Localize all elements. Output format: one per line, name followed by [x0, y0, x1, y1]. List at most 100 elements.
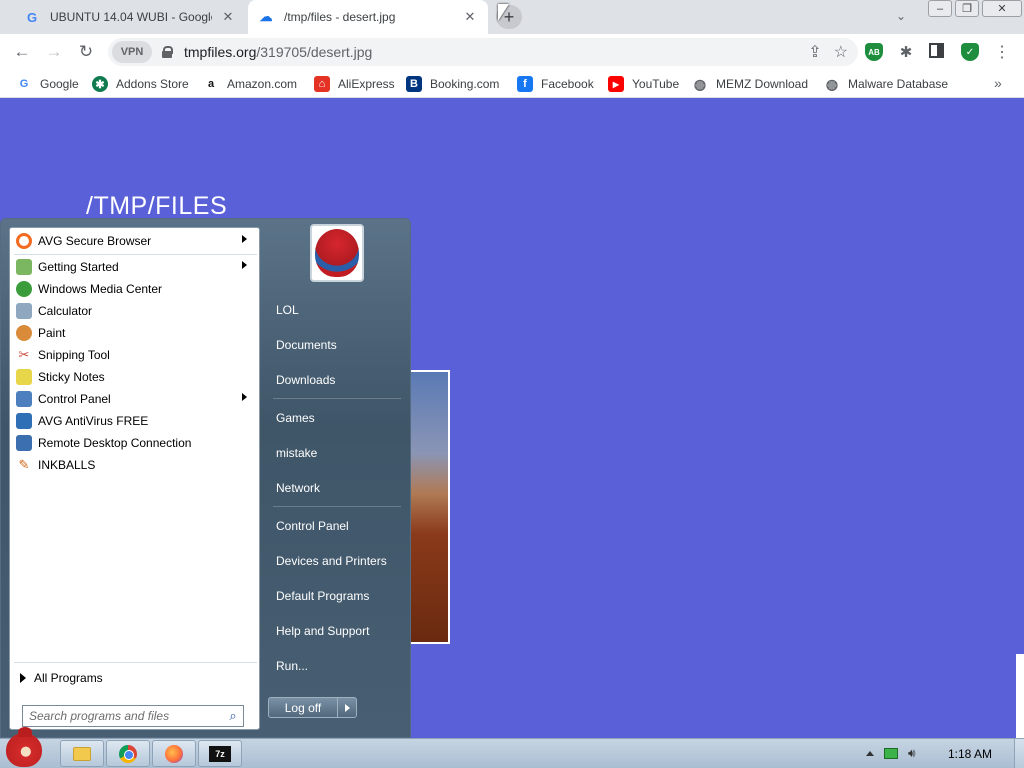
- star-icon[interactable]: ☆: [834, 42, 848, 62]
- bookmark-google[interactable]: G Google: [16, 76, 79, 92]
- menu-item-documents[interactable]: Documents: [276, 338, 337, 352]
- forward-arrow-icon[interactable]: →: [42, 40, 66, 64]
- google-icon: G: [19, 78, 29, 90]
- divider: [273, 398, 401, 399]
- page-scrollbar[interactable]: [1016, 654, 1024, 738]
- program-sticky-notes[interactable]: Sticky Notes: [14, 366, 257, 388]
- show-hidden-icons-icon[interactable]: [866, 751, 874, 756]
- taskbar-firefox[interactable]: [152, 740, 196, 767]
- program-avg-antivirus[interactable]: AVG AntiVirus FREE: [14, 410, 257, 432]
- close-icon[interactable]: ✕: [462, 9, 478, 25]
- program-windows-media-center[interactable]: Windows Media Center: [14, 278, 257, 300]
- program-paint[interactable]: Paint: [14, 322, 257, 344]
- menu-item-devices-and-printers[interactable]: Devices and Printers: [276, 554, 387, 568]
- close-icon[interactable]: ✕: [220, 9, 236, 25]
- shutdown-options-arrow-icon[interactable]: [337, 697, 357, 718]
- triangle-right-icon: [20, 673, 26, 683]
- divider: [14, 662, 257, 663]
- menu-item-network[interactable]: Network: [276, 481, 320, 495]
- bookmark-facebook[interactable]: f Facebook: [517, 76, 594, 92]
- lock-icon[interactable]: [162, 46, 173, 58]
- side-panel-icon[interactable]: [929, 43, 944, 58]
- program-control-panel[interactable]: Control Panel: [14, 388, 257, 410]
- kebab-menu-icon[interactable]: ⋮: [993, 43, 1011, 61]
- sticky-notes-icon: [16, 369, 32, 385]
- program-snipping-tool[interactable]: ✂ Snipping Tool: [14, 344, 257, 366]
- menu-item-default-programs[interactable]: Default Programs: [276, 589, 369, 603]
- show-desktop-button[interactable]: [1014, 739, 1024, 768]
- tab-tmpfiles[interactable]: ☁ /tmp/files - desert.jpg ✕: [248, 0, 488, 34]
- tab-google-search[interactable]: G UBUNTU 14.04 WUBI - Google Se ✕: [14, 0, 246, 34]
- search-programs-input[interactable]: Search programs and files ⌕: [22, 705, 244, 727]
- desert-image[interactable]: [408, 370, 450, 644]
- taskbar-chrome[interactable]: [106, 740, 150, 767]
- url-text[interactable]: tmpfiles.org/319705/desert.jpg: [184, 44, 372, 60]
- program-avg-secure-browser[interactable]: AVG Secure Browser: [14, 230, 257, 252]
- booking-icon: B: [406, 76, 422, 92]
- vpn-badge[interactable]: VPN: [112, 41, 152, 63]
- bookmark-memz-download[interactable]: ◍ MEMZ Download: [692, 76, 808, 92]
- chrome-icon: [119, 744, 137, 763]
- menu-item-control-panel[interactable]: Control Panel: [276, 519, 349, 533]
- program-label: AVG AntiVirus FREE: [38, 414, 149, 428]
- bookmark-label: Amazon.com: [227, 77, 298, 91]
- start-button[interactable]: [2, 727, 46, 768]
- menu-item-help-and-support[interactable]: Help and Support: [276, 624, 369, 638]
- log-off-button[interactable]: Log off: [268, 697, 338, 718]
- aliexpress-icon: ⌂: [314, 76, 330, 92]
- chevron-right-icon[interactable]: »: [994, 75, 1002, 91]
- bookmark-malware-database[interactable]: ◍ Malware Database: [824, 76, 948, 92]
- search-placeholder: Search programs and files: [29, 709, 170, 723]
- program-label: Snipping Tool: [38, 348, 110, 362]
- program-inkballs[interactable]: ✎ INKBALLS: [14, 454, 257, 476]
- address-bar[interactable]: VPN tmpfiles.org/319705/desert.jpg ⇪ ☆: [108, 38, 858, 66]
- bookmark-amazon[interactable]: a Amazon.com: [203, 76, 297, 92]
- bookmark-label: Facebook: [541, 77, 594, 91]
- taskbar-explorer[interactable]: [60, 740, 104, 767]
- tab-strip: G UBUNTU 14.04 WUBI - Google Se ✕ ☁ /tmp…: [0, 0, 1024, 34]
- menu-item-mistake[interactable]: mistake: [276, 446, 317, 460]
- taskbar-7zip[interactable]: 7z: [198, 740, 242, 767]
- cloud-icon: ☁: [259, 9, 273, 24]
- menu-item-games[interactable]: Games: [276, 411, 315, 425]
- restore-button[interactable]: ❐: [955, 0, 979, 17]
- avg-browser-icon: [16, 233, 32, 249]
- program-label: Windows Media Center: [38, 282, 163, 296]
- avg-antivirus-icon: [16, 413, 32, 429]
- volume-icon[interactable]: 🔊︎: [908, 746, 916, 761]
- menu-item-downloads[interactable]: Downloads: [276, 373, 335, 387]
- user-avatar[interactable]: [310, 224, 364, 282]
- bookmark-youtube[interactable]: ▶ YouTube: [608, 76, 679, 92]
- bookmark-addons-store[interactable]: ✱ Addons Store: [92, 76, 189, 92]
- page-title: /TMP/FILES: [86, 192, 228, 220]
- menu-item-run[interactable]: Run...: [276, 659, 308, 673]
- share-icon[interactable]: ⇪: [808, 42, 821, 62]
- close-window-button[interactable]: ✕: [982, 0, 1022, 17]
- remote-desktop-icon: [16, 435, 32, 451]
- back-arrow-icon[interactable]: ←: [10, 40, 34, 64]
- shield-check-icon[interactable]: ✓: [961, 43, 979, 61]
- search-icon[interactable]: ⌕: [223, 706, 243, 726]
- folder-icon: [73, 746, 91, 761]
- start-menu: AVG Secure Browser Getting Started Windo…: [0, 218, 411, 738]
- addons-icon: ✱: [92, 76, 108, 92]
- program-label: Getting Started: [38, 260, 119, 274]
- program-getting-started[interactable]: Getting Started: [14, 256, 257, 278]
- program-calculator[interactable]: Calculator: [14, 300, 257, 322]
- menu-item-lol[interactable]: LOL: [276, 303, 299, 317]
- reload-icon[interactable]: ↻: [74, 40, 98, 64]
- clock[interactable]: 1:18 AM: [948, 747, 992, 761]
- bookmark-booking[interactable]: B Booking.com: [406, 76, 499, 92]
- puzzle-icon[interactable]: ✱: [897, 43, 915, 61]
- battery-icon[interactable]: [884, 748, 898, 759]
- bookmark-aliexpress[interactable]: ⌂ AliExpress: [314, 76, 395, 92]
- chevron-down-icon[interactable]: ⌄: [896, 9, 906, 23]
- minimize-button[interactable]: –: [928, 0, 952, 17]
- control-panel-icon: [16, 391, 32, 407]
- getting-started-icon: [16, 259, 32, 275]
- globe-icon: ◍: [693, 75, 707, 92]
- program-remote-desktop[interactable]: Remote Desktop Connection: [14, 432, 257, 454]
- taskbar: 7z 🔊︎ 1:18 AM: [0, 727, 1024, 768]
- adblock-extension-icon[interactable]: AB: [865, 43, 883, 61]
- all-programs-button[interactable]: All Programs: [20, 668, 103, 688]
